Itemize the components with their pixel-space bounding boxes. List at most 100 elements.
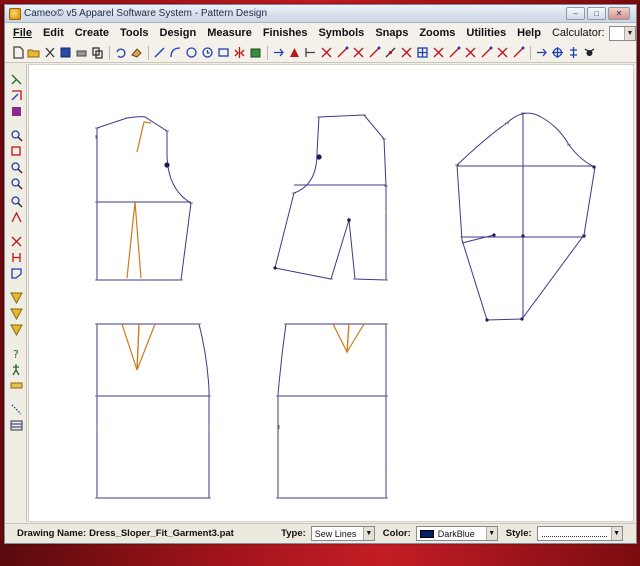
toolbar-cross-button[interactable]: [463, 46, 477, 60]
minimize-button[interactable]: –: [566, 7, 585, 20]
left-tool-measure-button[interactable]: [9, 250, 23, 264]
menu-zooms[interactable]: Zooms: [419, 27, 455, 39]
sleeve-piece: [456, 112, 596, 321]
menu-edit[interactable]: Edit: [43, 27, 64, 39]
toolbar-slash-button[interactable]: [367, 46, 381, 60]
menu-measure[interactable]: Measure: [207, 27, 252, 39]
left-tool-zoom-fit-button[interactable]: [9, 210, 23, 224]
left-tool-fan-button[interactable]: [9, 290, 23, 304]
color-select-value: DarkBlue: [437, 528, 475, 539]
left-tool-walk-button[interactable]: [9, 362, 23, 376]
toolbar-slash-button[interactable]: [511, 46, 525, 60]
point-marker: [521, 234, 525, 238]
left-tool-ruler-button[interactable]: [9, 378, 23, 392]
toolbar-line-button[interactable]: [152, 46, 166, 60]
toolbar-rectangle-button[interactable]: [216, 46, 230, 60]
left-tool-shape-button[interactable]: [9, 266, 23, 280]
toolbar-triangle-button[interactable]: [287, 46, 301, 60]
toolbar-pivot-button[interactable]: [566, 46, 580, 60]
type-select[interactable]: Sew Lines ▼: [310, 526, 375, 541]
left-tool-dots-button[interactable]: [9, 402, 23, 416]
toolbar-slash-button[interactable]: [479, 46, 493, 60]
toolbar-slash-button[interactable]: [447, 46, 461, 60]
title-bar[interactable]: Cameo© v5 Apparel Software System - Patt…: [5, 5, 636, 23]
toolbar-arrow-button[interactable]: [534, 46, 548, 60]
main-toolbar: [5, 43, 636, 63]
toolbar-crab-button[interactable]: [582, 46, 596, 60]
zoom-out-icon: [10, 177, 22, 189]
menu-symbols[interactable]: Symbols: [318, 27, 364, 39]
toolbar-target-button[interactable]: [550, 46, 564, 60]
type-select-value: Sew Lines: [314, 528, 357, 539]
toolbar-cross-button[interactable]: [399, 46, 413, 60]
left-tool-tool-c-button[interactable]: [9, 104, 23, 118]
drawing-canvas[interactable]: [28, 64, 634, 522]
toolbar-eraser-button[interactable]: [129, 46, 143, 60]
close-button[interactable]: ✕: [608, 7, 630, 20]
slash-icon: [481, 46, 492, 58]
left-tool-table-button[interactable]: [9, 418, 23, 432]
pattern-drawing[interactable]: [29, 65, 635, 523]
maximize-button[interactable]: □: [587, 7, 606, 20]
left-tool-node-button[interactable]: [9, 234, 23, 248]
chevron-down-icon[interactable]: ▼: [362, 527, 374, 540]
toolbar-mirror-button[interactable]: [232, 46, 246, 60]
menu-help[interactable]: Help: [517, 27, 541, 39]
left-tool-tool-b-button[interactable]: [9, 88, 23, 102]
left-tool-question-button[interactable]: ?: [9, 346, 23, 360]
toolbar-save-button[interactable]: [58, 46, 72, 60]
chevron-down-icon[interactable]: ▼: [485, 527, 497, 540]
menu-utilities[interactable]: Utilities: [466, 27, 506, 39]
chevron-down-icon[interactable]: ▼: [610, 527, 622, 540]
toolbar-tick-button[interactable]: [303, 46, 317, 60]
point-icon: [385, 47, 395, 58]
menu-snaps[interactable]: Snaps: [375, 27, 408, 39]
left-tool-zoom-prev-button[interactable]: [9, 194, 23, 208]
style-select[interactable]: ▼: [536, 526, 623, 541]
dots-icon: [11, 404, 21, 414]
toolbar-point-button[interactable]: [383, 46, 397, 60]
point-marker: [492, 233, 496, 237]
fan-icon: [9, 292, 23, 304]
menu-file[interactable]: File: [13, 27, 32, 39]
toolbar-clock-button[interactable]: [200, 46, 214, 60]
toolbar-new-file-button[interactable]: [10, 46, 24, 60]
toolbar-curve-button[interactable]: [168, 46, 182, 60]
left-tool-zoom-out-button[interactable]: [9, 176, 23, 190]
left-tool-fan-button[interactable]: [9, 322, 23, 336]
undo-icon: [115, 48, 125, 58]
left-tool-fan-button[interactable]: [9, 306, 23, 320]
left-tool-zoom-in-button[interactable]: [9, 160, 23, 174]
toolbar-cross-button[interactable]: [319, 46, 333, 60]
type-label: Type:: [281, 528, 306, 539]
toolbar-undo-button[interactable]: [113, 46, 127, 60]
menu-tools[interactable]: Tools: [120, 27, 149, 39]
calculator-dropdown[interactable]: ▼: [608, 25, 636, 41]
toolbar-arrow-button[interactable]: [271, 46, 285, 60]
toolbar-open-folder-button[interactable]: [26, 46, 40, 60]
toolbar-grid-button[interactable]: [415, 46, 429, 60]
toolbar-cross-button[interactable]: [351, 46, 365, 60]
left-tool-zoom-button[interactable]: [9, 128, 23, 142]
sleeve-dart-line: [461, 234, 495, 244]
left-tool-tool-a-button[interactable]: [9, 72, 23, 86]
color-select[interactable]: DarkBlue ▼: [415, 526, 498, 541]
toolbar-box-button[interactable]: [248, 46, 262, 60]
toolbar-circle-button[interactable]: [184, 46, 198, 60]
drawing-name-label: Drawing Name:: [17, 528, 87, 539]
toolbar-cut-button[interactable]: [42, 46, 56, 60]
toolbar-print-button[interactable]: [74, 46, 88, 60]
toolbar-cross-button[interactable]: [495, 46, 509, 60]
menu-create[interactable]: Create: [75, 27, 109, 39]
menu-finishes[interactable]: Finishes: [263, 27, 308, 39]
menu-design[interactable]: Design: [160, 27, 197, 39]
toolbar-copy-button[interactable]: [90, 46, 104, 60]
toolbar-separator: [267, 45, 268, 60]
toolbar-cross-button[interactable]: [431, 46, 445, 60]
left-tool-zoom-box-button[interactable]: [9, 144, 23, 158]
toolbar-slash-button[interactable]: [335, 46, 349, 60]
window-controls: – □ ✕: [566, 7, 630, 20]
arrow-icon: [273, 48, 284, 57]
cross-icon: [401, 47, 411, 58]
chevron-down-icon[interactable]: ▼: [624, 26, 635, 40]
